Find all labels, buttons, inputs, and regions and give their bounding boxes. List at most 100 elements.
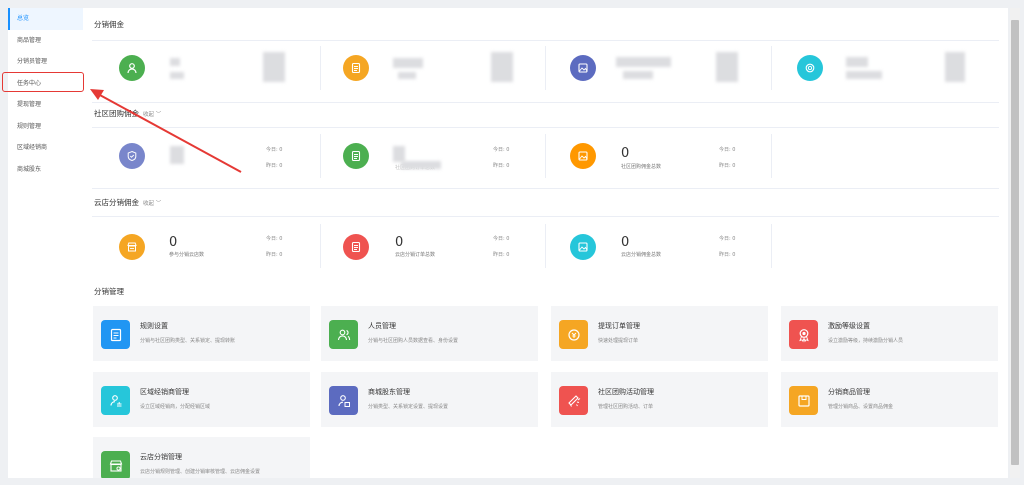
card-desc: 云店分销规则管理、创建分销审核管理、云店佣金设置: [140, 469, 261, 475]
sidebar-item-distributors[interactable]: 分销员管理: [8, 51, 83, 73]
masked-value: [393, 58, 423, 68]
image-icon: [570, 234, 596, 260]
yesterday-count: 昨日: 0: [719, 163, 736, 169]
divider: [545, 46, 546, 90]
masked-value: [623, 71, 653, 79]
divider: [320, 46, 321, 90]
vertical-scrollbar[interactable]: [1010, 8, 1020, 478]
card-withdraw-orders[interactable]: 提现订单管理 快速处理提现订单: [551, 306, 768, 361]
medal-icon: [789, 320, 818, 349]
community-commission-total: 0: [621, 146, 630, 161]
sidebar-item-shareholder[interactable]: 商城股东: [8, 159, 83, 181]
card-distribution-goods-management[interactable]: 分销商品管理 管理分销商品、设置商品佣金: [781, 372, 998, 427]
card-people-management[interactable]: 人员管理 分销与社区团购人员数据查看、身份设置: [321, 306, 538, 361]
withdraw-icon: [559, 320, 588, 349]
cloud-collapse-toggle[interactable]: 收起 ﹀: [143, 201, 161, 207]
card-desc: 管理分销商品、设置商品佣金: [828, 404, 894, 410]
today-count: 今日: 0: [266, 147, 283, 153]
masked-value: [398, 72, 416, 79]
card-desc: 设立激励等级，持续激励分销人员: [828, 338, 904, 344]
card-title: 分销商品管理: [828, 388, 870, 396]
image-icon: [570, 143, 596, 169]
community-commission-total-label: 社区团购佣金总数: [621, 164, 662, 170]
document-icon: [343, 234, 369, 260]
today-count: 今日: 0: [719, 147, 736, 153]
masked-value: [170, 58, 180, 66]
yesterday-count: 昨日: 0: [266, 252, 283, 258]
document-icon: [343, 143, 369, 169]
card-region-dealer-management[interactable]: 区域经销商管理 设立区域经销商，分配经销区域: [93, 372, 310, 427]
today-count: 今日: 0: [719, 236, 736, 242]
card-community-activity-management[interactable]: 社区团购活动管理 管理社区团购活动、订单: [551, 372, 768, 427]
annotation-highlight-box: [2, 72, 84, 92]
badge-icon: [119, 143, 145, 169]
coin-icon: [797, 55, 823, 81]
card-title: 人员管理: [368, 322, 396, 330]
region-dealer-icon: [101, 386, 130, 415]
scrollbar-thumb[interactable]: [1011, 20, 1019, 465]
masked-value: [491, 52, 513, 82]
divider: [92, 40, 999, 41]
main-content: 分销佣金 社区团购佣金收起 ﹀ 今日: 0 昨日: 0 社区团购订单总数 今日:…: [83, 8, 1008, 478]
divider: [771, 224, 772, 268]
community-collapse-toggle[interactable]: 收起 ﹀: [143, 112, 161, 118]
sidebar-item-rules[interactable]: 规则管理: [8, 116, 83, 138]
divider: [92, 188, 999, 189]
masked-value: [945, 52, 965, 82]
management-title: 分销管理: [94, 287, 124, 296]
divider: [92, 102, 999, 103]
yesterday-count: 昨日: 0: [719, 252, 736, 258]
masked-value: [616, 57, 671, 67]
sidebar-item-region-dealer[interactable]: 区域经销商: [8, 137, 83, 159]
masked-value: [170, 146, 184, 164]
card-title: 区域经销商管理: [140, 388, 189, 396]
card-title: 规则设置: [140, 322, 168, 330]
cloud-title-text: 云店分销佣金: [94, 198, 139, 207]
divider: [545, 224, 546, 268]
masked-value: [263, 52, 285, 82]
yesterday-count: 昨日: 0: [266, 163, 283, 169]
card-title: 激励等级设置: [828, 322, 870, 330]
sidebar-item-withdraw[interactable]: 提现管理: [8, 94, 83, 116]
masked-value: [401, 161, 441, 169]
megaphone-icon: [559, 386, 588, 415]
card-cloud-store-distribution-management[interactable]: 云店分销管理 云店分销规则管理、创建分销审核管理、云店佣金设置: [93, 437, 310, 478]
card-title: 社区团购活动管理: [598, 388, 654, 396]
goods-icon: [789, 386, 818, 415]
sidebar-item-overview[interactable]: 总览: [8, 8, 83, 30]
cloud-commission-total: 0: [621, 235, 630, 250]
today-count: 今日: 0: [266, 236, 283, 242]
user-icon: [119, 55, 145, 81]
today-count: 今日: 0: [493, 147, 510, 153]
card-title: 云店分销管理: [140, 453, 182, 461]
community-title: 社区团购佣金 收起 ﹀: [94, 108, 161, 119]
today-count: 今日: 0: [493, 236, 510, 242]
card-title: 提现订单管理: [598, 322, 640, 330]
cloud-commission-total-label: 云店分销佣金总数: [621, 252, 662, 258]
yesterday-count: 昨日: 0: [493, 252, 510, 258]
card-incentive-levels[interactable]: 激励等级设置 设立激励等级，持续激励分销人员: [781, 306, 998, 361]
divider: [92, 216, 999, 217]
yesterday-count: 昨日: 0: [493, 163, 510, 169]
document-icon: [343, 55, 369, 81]
card-desc: 分销与社区团购人员数据查看、身份设置: [368, 338, 459, 344]
card-desc: 分销类型、关系锁定设置、提现设置: [368, 404, 449, 410]
card-desc: 分销与社区团购类型、关系锁定、提现转账: [140, 338, 236, 344]
divider: [320, 134, 321, 178]
masked-value: [393, 146, 405, 162]
sidebar-item-goods[interactable]: 商品管理: [8, 30, 83, 52]
card-desc: 管理社区团购活动、订单: [598, 404, 654, 410]
cloud-store-icon: [101, 451, 130, 478]
cloud-store-count: 0: [169, 235, 178, 250]
card-shareholder-management[interactable]: 商城股东管理 分销类型、关系锁定设置、提现设置: [321, 372, 538, 427]
divider: [92, 127, 999, 128]
community-title-text: 社区团购佣金: [94, 109, 139, 118]
cloud-order-total: 0: [395, 235, 404, 250]
divider: [545, 134, 546, 178]
divider: [771, 134, 772, 178]
commission-title: 分销佣金: [94, 20, 124, 29]
masked-value: [170, 72, 184, 79]
card-title: 商城股东管理: [368, 388, 410, 396]
card-rules-settings[interactable]: 规则设置 分销与社区团购类型、关系锁定、提现转账: [93, 306, 310, 361]
people-icon: [329, 320, 358, 349]
